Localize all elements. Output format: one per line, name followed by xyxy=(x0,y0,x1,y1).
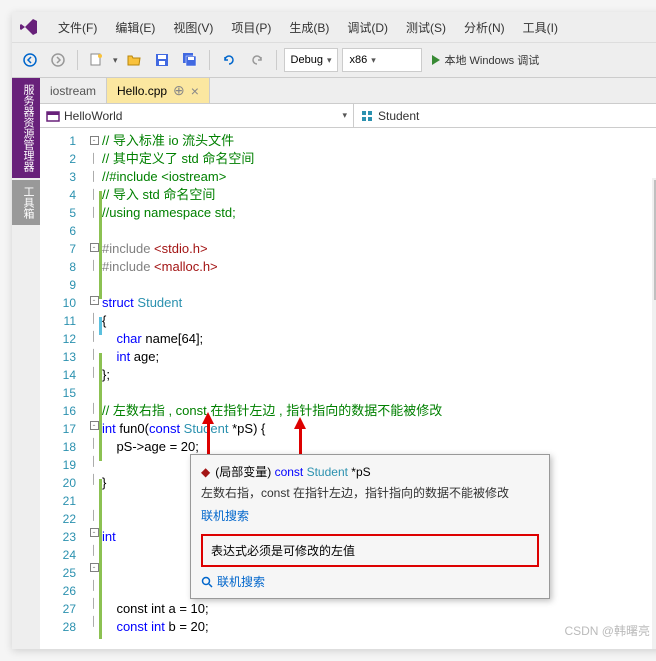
fold-toggle[interactable]: - xyxy=(90,421,99,430)
config-dropdown[interactable]: Debug▾ xyxy=(284,48,339,72)
tab-iostream[interactable]: iostream xyxy=(40,78,107,103)
run-label: 本地 Windows 调试 xyxy=(444,52,539,68)
tooltip-description: 左数右指，const 在指针左边，指针指向的数据不能被修改 xyxy=(201,484,539,501)
play-icon xyxy=(432,55,440,65)
watermark: CSDN @韩曙亮 xyxy=(564,622,650,639)
config-value: Debug xyxy=(291,54,323,66)
tooltip-search-link[interactable]: 联机搜索 xyxy=(201,507,539,524)
fold-toggle[interactable]: - xyxy=(90,296,99,305)
menu-test[interactable]: 测试(S) xyxy=(398,15,454,40)
pin-icon[interactable]: ⊕ xyxy=(173,82,185,99)
nav-scope[interactable]: HelloWorld▾ xyxy=(40,104,354,127)
tab-label: iostream xyxy=(50,84,96,98)
menu-items: 文件(F) 编辑(E) 视图(V) 项目(P) 生成(B) 调试(D) 测试(S… xyxy=(50,15,566,40)
nav-back-button[interactable] xyxy=(18,48,42,72)
project-icon xyxy=(46,109,60,123)
struct-icon xyxy=(360,109,374,123)
nav-member[interactable]: Student▾ xyxy=(354,104,656,127)
vs-logo-icon xyxy=(18,16,40,38)
tab-label: Hello.cpp xyxy=(117,84,167,98)
menu-build[interactable]: 生成(B) xyxy=(281,15,337,40)
sidetab-toolbox[interactable]: 工具箱 xyxy=(12,180,40,225)
vs-window: 文件(F) 编辑(E) 视图(V) 项目(P) 生成(B) 调试(D) 测试(S… xyxy=(12,12,656,649)
menu-tools[interactable]: 工具(I) xyxy=(515,15,566,40)
vertical-scrollbar[interactable] xyxy=(652,178,656,649)
intellisense-tooltip: ◆(局部变量) const Student *pS 左数右指，const 在指针… xyxy=(190,454,550,599)
tooltip-signature: ◆(局部变量) const Student *pS xyxy=(201,463,539,480)
save-all-button[interactable] xyxy=(178,48,202,72)
file-tabs: iostream Hello.cpp ⊕ × xyxy=(40,78,656,104)
separator xyxy=(77,50,78,70)
variable-icon: ◆ xyxy=(201,465,210,479)
menu-file[interactable]: 文件(F) xyxy=(50,15,105,40)
sidetab-server-explorer[interactable]: 服务器资源管理器 xyxy=(12,78,40,178)
redo-button[interactable] xyxy=(245,48,269,72)
menu-view[interactable]: 视图(V) xyxy=(165,15,221,40)
close-icon[interactable]: × xyxy=(191,83,199,99)
menu-project[interactable]: 项目(P) xyxy=(223,15,279,40)
platform-dropdown[interactable]: x86▾ xyxy=(342,48,422,72)
menu-edit[interactable]: 编辑(E) xyxy=(107,15,163,40)
sidebar: 服务器资源管理器 工具箱 xyxy=(12,78,40,649)
separator xyxy=(209,50,210,70)
dropdown-arrow-icon[interactable]: ▾ xyxy=(113,55,118,66)
fold-toggle[interactable]: - xyxy=(90,136,99,145)
nav-bar: HelloWorld▾ Student▾ xyxy=(40,104,656,128)
nav-fwd-button[interactable] xyxy=(46,48,70,72)
menu-debug[interactable]: 调试(D) xyxy=(339,15,396,40)
platform-value: x86 xyxy=(349,54,367,66)
tab-hello-cpp[interactable]: Hello.cpp ⊕ × xyxy=(107,78,210,103)
undo-button[interactable] xyxy=(217,48,241,72)
fold-toggle[interactable]: - xyxy=(90,563,99,572)
separator xyxy=(276,50,277,70)
menu-analyze[interactable]: 分析(N) xyxy=(456,15,513,40)
tooltip-error: 表达式必须是可修改的左值 xyxy=(201,534,539,567)
save-button[interactable] xyxy=(150,48,174,72)
search-icon xyxy=(201,576,213,588)
fold-toggle[interactable]: - xyxy=(90,528,99,537)
line-gutter: 1234567891011121314151617181920212223242… xyxy=(40,128,86,649)
open-button[interactable] xyxy=(122,48,146,72)
new-item-button[interactable] xyxy=(85,48,109,72)
nav-scope-label: HelloWorld xyxy=(64,109,122,123)
nav-member-label: Student xyxy=(378,109,419,123)
tooltip-search-link-2[interactable]: 联机搜索 xyxy=(201,573,539,590)
menubar: 文件(F) 编辑(E) 视图(V) 项目(P) 生成(B) 调试(D) 测试(S… xyxy=(12,12,656,42)
run-button[interactable]: 本地 Windows 调试 xyxy=(426,52,545,68)
fold-toggle[interactable]: - xyxy=(90,243,99,252)
toolbar: ▾ Debug▾ x86▾ 本地 Windows 调试 xyxy=(12,42,656,78)
